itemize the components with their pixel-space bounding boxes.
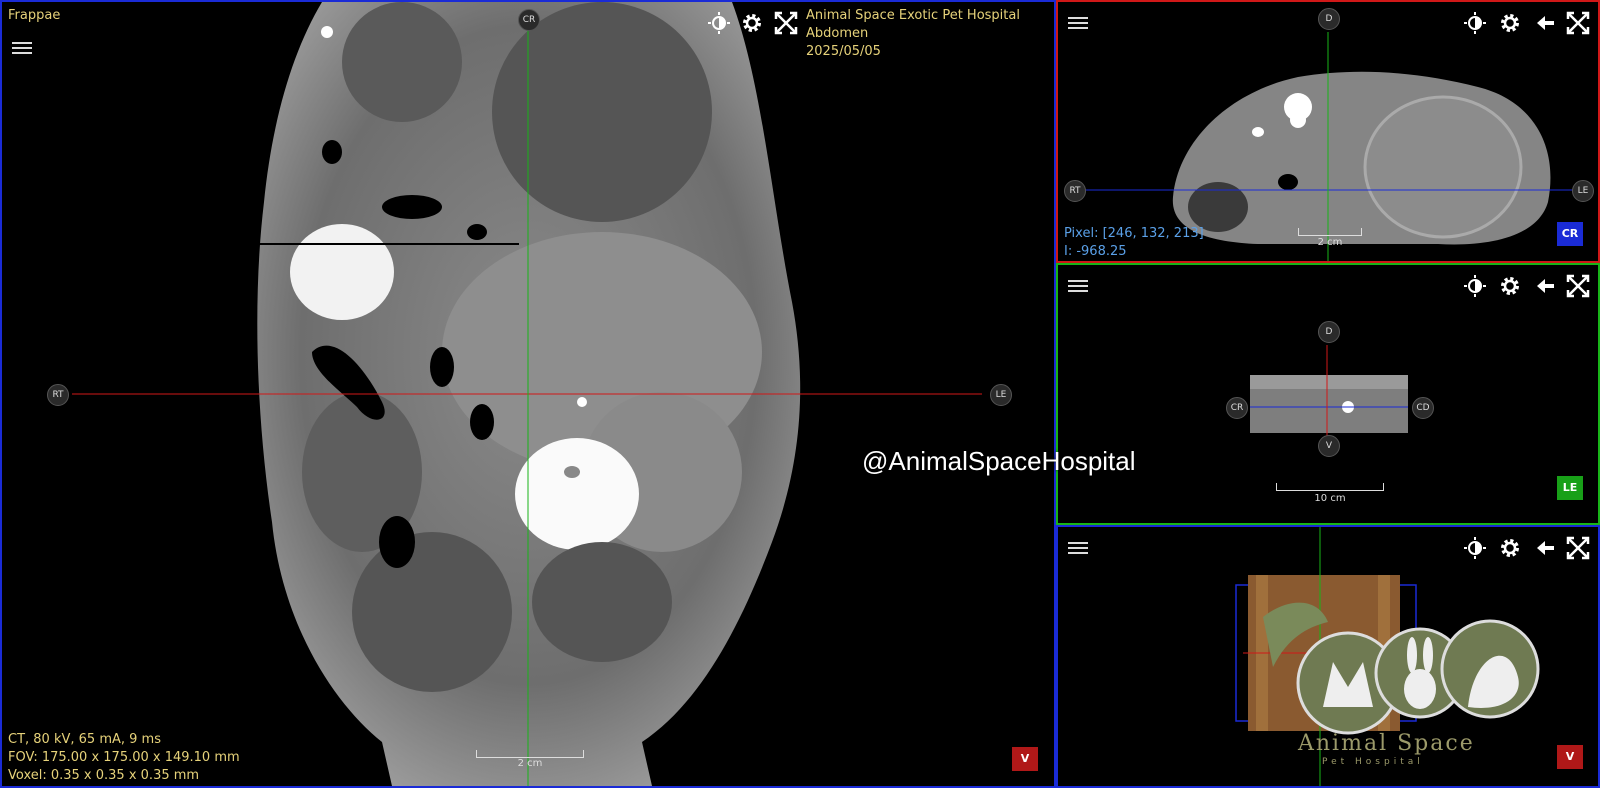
hospital-name: Animal Space Exotic Pet Hospital bbox=[806, 8, 1020, 23]
scale-bar: 2 cm bbox=[1298, 228, 1362, 250]
menu-icon[interactable] bbox=[12, 39, 32, 55]
view-badge[interactable]: LE bbox=[1557, 476, 1583, 500]
study-description: Abdomen bbox=[806, 26, 869, 41]
scan-parameters: CT, 80 kV, 65 mA, 9 ms bbox=[8, 732, 161, 747]
menu-icon[interactable] bbox=[1068, 539, 1088, 555]
scale-bar-label: 10 cm bbox=[1314, 493, 1346, 504]
field-of-view: FOV: 175.00 x 175.00 x 149.10 mm bbox=[8, 750, 240, 765]
orientation-marker-top: D bbox=[1318, 321, 1340, 343]
orientation-marker-left: RT bbox=[47, 384, 69, 406]
scale-bar-label: 2 cm bbox=[1317, 237, 1343, 248]
arrow-left-icon[interactable] bbox=[1533, 274, 1557, 298]
logo-text: Animal Space bbox=[1298, 731, 1475, 756]
menu-icon[interactable] bbox=[1068, 14, 1088, 30]
pixel-readout: Pixel: [246, 132, 213] bbox=[1064, 226, 1204, 241]
axial-viewport[interactable]: D RT LE Pixel: [246, 132, 213] I: -968.2… bbox=[1056, 0, 1600, 263]
gear-icon[interactable] bbox=[1498, 274, 1522, 298]
orientation-marker-bottom: V bbox=[1318, 435, 1340, 457]
sagittal-viewport[interactable]: D V CR CD 10 cm LE bbox=[1056, 263, 1600, 525]
brightness-icon[interactable] bbox=[1463, 274, 1487, 298]
logo-subtext: Pet Hospital bbox=[1322, 757, 1424, 767]
view-badge[interactable]: V bbox=[1012, 747, 1038, 771]
gear-icon[interactable] bbox=[740, 11, 764, 35]
coronal-ct-image bbox=[72, 2, 982, 786]
scale-bar: 2 cm bbox=[476, 750, 584, 772]
volume-3d-viewport[interactable]: Animal Space Pet Hospital V bbox=[1056, 525, 1600, 788]
scale-bar: 10 cm bbox=[1276, 483, 1384, 507]
intensity-readout: I: -968.25 bbox=[1064, 244, 1127, 259]
fullscreen-icon[interactable] bbox=[1566, 274, 1590, 298]
arrow-left-icon[interactable] bbox=[1533, 11, 1557, 35]
brightness-icon[interactable] bbox=[707, 11, 731, 35]
view-badge[interactable]: CR bbox=[1557, 222, 1583, 246]
orientation-marker-right: CD bbox=[1412, 397, 1434, 419]
axial-ct-image bbox=[1078, 32, 1578, 261]
fullscreen-icon[interactable] bbox=[1566, 11, 1590, 35]
orientation-marker-top: CR bbox=[518, 9, 540, 31]
voxel-size: Voxel: 0.35 x 0.35 x 0.35 mm bbox=[8, 768, 200, 783]
study-date: 2025/05/05 bbox=[806, 44, 881, 59]
scale-bar-label: 2 cm bbox=[517, 758, 543, 769]
orientation-marker-right: LE bbox=[990, 384, 1012, 406]
brightness-icon[interactable] bbox=[1463, 536, 1487, 560]
orientation-marker-left: RT bbox=[1064, 180, 1086, 202]
fullscreen-icon[interactable] bbox=[1566, 536, 1590, 560]
orientation-marker-left: CR bbox=[1226, 397, 1248, 419]
orientation-marker-right: LE bbox=[1572, 180, 1594, 202]
view-badge[interactable]: V bbox=[1557, 745, 1583, 769]
menu-icon[interactable] bbox=[1068, 277, 1088, 293]
patient-name: Frappae bbox=[8, 8, 61, 23]
gear-icon[interactable] bbox=[1498, 11, 1522, 35]
fullscreen-icon[interactable] bbox=[774, 11, 798, 35]
orientation-marker-top: D bbox=[1318, 8, 1340, 30]
brightness-icon[interactable] bbox=[1463, 11, 1487, 35]
gear-icon[interactable] bbox=[1498, 536, 1522, 560]
watermark: @AnimalSpaceHospital bbox=[862, 446, 1136, 476]
coronal-viewport[interactable]: Frappae Animal Space Exotic Pet Hospital… bbox=[0, 0, 1056, 788]
arrow-left-icon[interactable] bbox=[1533, 536, 1557, 560]
